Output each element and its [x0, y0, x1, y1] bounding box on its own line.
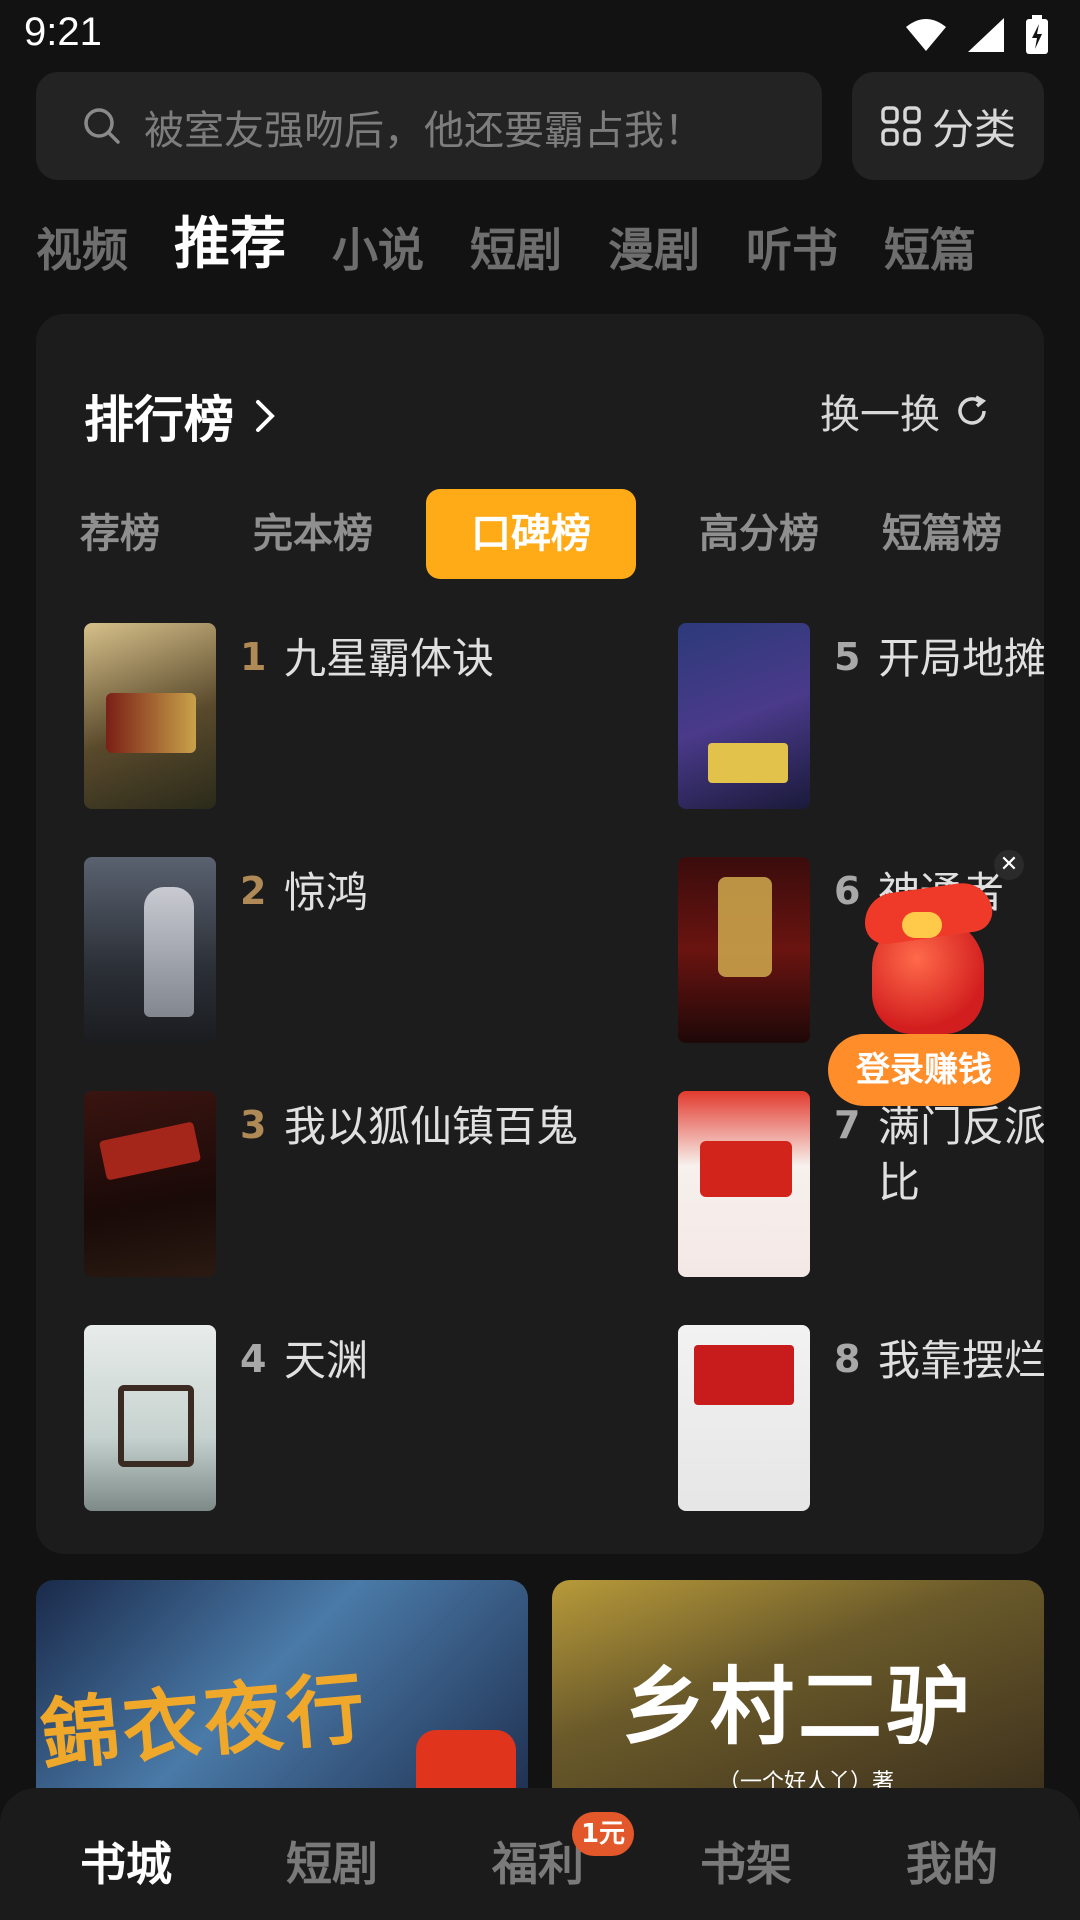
book-item[interactable]: 5 开局地摊卖大力 — [678, 623, 1044, 813]
book-rank: 3 — [240, 1103, 267, 1147]
rank-tab-completed[interactable]: 完本榜 — [218, 489, 408, 579]
status-time: 9:21 — [24, 10, 102, 54]
welfare-badge: 1元 — [572, 1812, 634, 1856]
system-icons — [904, 14, 1050, 56]
nav-short-drama[interactable]: 短剧 — [286, 1828, 378, 1894]
rank-tab-high-score[interactable]: 高分榜 — [664, 489, 854, 579]
book-rank: 1 — [240, 635, 267, 679]
book-item[interactable]: 8 我靠摆烂拯救了全宗门 — [678, 1325, 1044, 1515]
book-item[interactable]: 3 我以狐仙镇百鬼 — [84, 1091, 644, 1281]
rank-tab-reputation[interactable]: 口碑榜 — [426, 489, 636, 579]
nav-mine[interactable]: 我的 — [906, 1828, 998, 1894]
search-placeholder: 被室友强吻后，他还要霸占我！ — [144, 108, 704, 154]
status-bar: 9:21 — [0, 0, 1080, 70]
book-cover — [678, 623, 810, 809]
book-item[interactable]: 1 九星霸体诀 — [84, 623, 644, 813]
book-cover — [678, 1091, 810, 1277]
tab-video[interactable]: 视频 — [36, 214, 128, 280]
chevron-right-icon — [256, 400, 275, 432]
book-rank: 2 — [240, 869, 267, 913]
book-name: 开局地摊卖大力 — [878, 634, 1044, 683]
refresh-button[interactable]: 换一换 — [820, 382, 990, 440]
rank-tab-short-story[interactable]: 短篇榜 — [882, 489, 1044, 579]
promo-banner-right[interactable]: 乡村二驴 （一个好人丫）著 — [552, 1580, 1044, 1810]
ranking-title[interactable]: 排行榜 — [84, 380, 276, 452]
book-rank: 4 — [240, 1337, 267, 1381]
category-button[interactable]: 分类 — [852, 72, 1044, 180]
nav-bookstore[interactable]: 书城 — [80, 1828, 172, 1894]
category-label: 分类 — [931, 104, 1016, 154]
search-icon — [84, 108, 120, 144]
top-tabs: 视频 推荐 小说 短剧 漫剧 听书 短篇 — [36, 210, 976, 280]
promo-banner-left[interactable]: 錦衣夜行 — [36, 1580, 528, 1810]
refresh-label: 换一换 — [820, 392, 940, 438]
book-item[interactable]: 4 天渊 — [84, 1325, 644, 1515]
floating-login-ad[interactable]: ✕ 登录赚钱 — [828, 850, 1024, 1110]
book-cover — [84, 1325, 216, 1511]
tab-recommend[interactable]: 推荐 — [174, 199, 286, 280]
tab-short-drama[interactable]: 短剧 — [470, 214, 562, 280]
tab-comic-drama[interactable]: 漫剧 — [608, 214, 700, 280]
book-name: 满门反派疯批，唯有师妹逗比 — [878, 1102, 1044, 1207]
book-cover — [84, 1091, 216, 1277]
bottom-nav: 书城 短剧 福利 1元 书架 我的 — [0, 1788, 1080, 1920]
rank-tab-recommend[interactable]: 荐榜 — [60, 489, 180, 579]
nav-bookshelf[interactable]: 书架 — [700, 1828, 792, 1894]
battery-icon — [1026, 15, 1048, 54]
search-row: 被室友强吻后，他还要霸占我！ 分类 — [36, 72, 1044, 180]
book-cover — [84, 623, 216, 809]
wifi-icon — [906, 19, 946, 51]
book-cover — [678, 857, 810, 1043]
promo-title: 乡村二驴 — [622, 1657, 975, 1756]
book-item[interactable]: 7 满门反派疯批，唯有师妹逗比 — [678, 1091, 1044, 1281]
search-input[interactable]: 被室友强吻后，他还要霸占我！ — [36, 72, 822, 180]
tab-novel[interactable]: 小说 — [332, 214, 424, 280]
tab-audiobook[interactable]: 听书 — [746, 214, 838, 280]
refresh-icon — [958, 395, 987, 425]
grid-icon — [881, 106, 921, 146]
red-envelope-icon — [858, 878, 998, 1038]
book-rank: 5 — [834, 635, 861, 679]
tab-short-story[interactable]: 短篇 — [884, 214, 976, 280]
signal-icon — [968, 18, 1004, 52]
book-rank: 8 — [834, 1337, 861, 1381]
login-earn-button[interactable]: 登录赚钱 — [828, 1034, 1020, 1106]
book-item[interactable]: 2 惊鸿 — [84, 857, 644, 1047]
book-cover — [678, 1325, 810, 1511]
ranking-tabs: 荐榜 完本榜 口碑榜 高分榜 短篇榜 — [36, 489, 1044, 579]
nav-welfare[interactable]: 福利 — [492, 1828, 584, 1894]
book-name: 我靠摆烂拯救了全宗门 — [878, 1336, 1044, 1385]
book-cover — [84, 857, 216, 1043]
ranking-title-text: 排行榜 — [84, 391, 234, 449]
close-icon[interactable]: ✕ — [994, 850, 1024, 880]
